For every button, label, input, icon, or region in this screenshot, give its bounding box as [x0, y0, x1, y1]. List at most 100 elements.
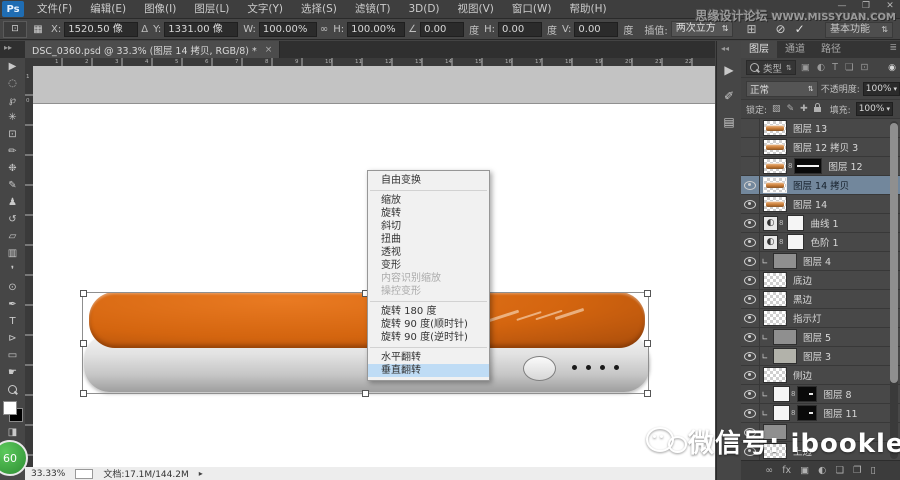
move-tool[interactable]: ▶: [0, 58, 25, 75]
menubar-item[interactable]: 图像(I): [135, 0, 185, 18]
layer-row[interactable]: ◐8曲线 1: [741, 214, 900, 233]
context-menu-item[interactable]: 旋转 90 度(逆时针): [368, 331, 489, 344]
layers-scrollbar-thumb[interactable]: [890, 123, 898, 383]
healing-brush-tool[interactable]: ❉: [0, 160, 25, 177]
layer-thumbnail[interactable]: [763, 272, 787, 288]
filter-type-layers-icon[interactable]: T: [832, 62, 838, 73]
visibility-toggle[interactable]: [741, 214, 760, 232]
context-menu-item[interactable]: 缩放: [368, 194, 489, 207]
transform-handle[interactable]: [80, 390, 87, 397]
brush-tool[interactable]: ✎: [0, 177, 25, 194]
layer-mask-thumbnail[interactable]: [794, 158, 822, 174]
quick-mask-icon[interactable]: ◨: [0, 424, 25, 441]
layer-mask-thumbnail[interactable]: [797, 405, 817, 421]
layer-thumbnail[interactable]: [763, 120, 787, 136]
layer-row[interactable]: ◐8色阶 1: [741, 233, 900, 252]
zoom-tool[interactable]: [0, 381, 25, 398]
blur-tool[interactable]: ❜: [0, 262, 25, 279]
warp-mode-toggle-icon[interactable]: ⊞: [746, 22, 756, 36]
type-tool[interactable]: T: [0, 313, 25, 330]
fill-input[interactable]: 100%▾: [856, 102, 893, 116]
layer-thumbnail[interactable]: [763, 310, 787, 326]
layer-row[interactable]: ∟图层 4: [741, 252, 900, 271]
layer-thumbnail[interactable]: [773, 329, 797, 345]
layer-row[interactable]: ∟8图层 11: [741, 404, 900, 423]
lock-position-icon[interactable]: ✚: [800, 104, 808, 114]
filter-pixel-layers-icon[interactable]: ▣: [801, 62, 810, 73]
layer-row[interactable]: ∟图层 3: [741, 347, 900, 366]
layer-row[interactable]: 8图层 12: [741, 157, 900, 176]
opacity-input[interactable]: 100%▾: [863, 82, 900, 96]
visibility-toggle[interactable]: [741, 404, 760, 422]
new-adjustment-layer-icon[interactable]: ◐: [818, 465, 826, 476]
commit-transform-icon[interactable]: ✓: [795, 22, 805, 36]
menubar-item[interactable]: 滤镜(T): [346, 0, 400, 18]
history-brush-tool[interactable]: ↺: [0, 211, 25, 228]
layer-row[interactable]: 图层 14: [741, 195, 900, 214]
menubar-item[interactable]: 文件(F): [28, 0, 81, 18]
transform-handle[interactable]: [644, 340, 651, 347]
lock-transparency-icon[interactable]: ▨: [772, 104, 781, 114]
layer-row[interactable]: 图层 12 拷贝 3: [741, 138, 900, 157]
lock-all-icon[interactable]: [814, 107, 821, 112]
layer-thumbnail[interactable]: [773, 348, 797, 364]
context-menu-item[interactable]: 变形: [368, 259, 489, 272]
context-menu-item[interactable]: 旋转 180 度: [368, 305, 489, 318]
crop-tool[interactable]: ⊡: [0, 126, 25, 143]
filter-adjustment-layers-icon[interactable]: ◐: [817, 62, 825, 73]
transform-handle[interactable]: [362, 390, 369, 397]
eraser-tool[interactable]: ▱: [0, 228, 25, 245]
status-menu-arrow-icon[interactable]: ▸: [199, 469, 203, 478]
visibility-toggle[interactable]: [741, 290, 760, 308]
visibility-toggle[interactable]: [741, 328, 760, 346]
layer-thumbnail[interactable]: [763, 177, 787, 193]
panel-menu-icon[interactable]: ≣: [889, 43, 897, 53]
context-menu-item[interactable]: 水平翻转: [368, 351, 489, 364]
link-dimensions-icon[interactable]: ∞: [320, 24, 328, 35]
pen-tool[interactable]: ✒: [0, 296, 25, 313]
skew-h-input[interactable]: 0.00: [498, 22, 542, 37]
filter-type-select[interactable]: 类型⇅: [746, 60, 796, 75]
add-mask-icon[interactable]: ▣: [800, 465, 809, 476]
layer-row[interactable]: 图层 14 拷贝: [741, 176, 900, 195]
skew-v-input[interactable]: 0.00: [574, 22, 618, 37]
relative-position-icon[interactable]: Δ: [141, 24, 148, 35]
menubar-item[interactable]: 图层(L): [185, 0, 238, 18]
context-menu-item[interactable]: 透视: [368, 246, 489, 259]
magic-wand-tool[interactable]: ✳: [0, 109, 25, 126]
new-layer-icon[interactable]: ❐: [853, 465, 862, 476]
transform-handle[interactable]: [80, 290, 87, 297]
layer-row[interactable]: 黑边: [741, 290, 900, 309]
visibility-toggle[interactable]: [741, 119, 760, 137]
layer-thumbnail[interactable]: [763, 291, 787, 307]
height-input[interactable]: 100.00%: [347, 22, 405, 37]
lasso-tool[interactable]: ℘: [0, 92, 25, 109]
actions-panel-icon[interactable]: ▶: [717, 63, 741, 77]
transform-handle[interactable]: [644, 390, 651, 397]
gradient-tool[interactable]: ▥: [0, 245, 25, 262]
filter-smart-objects-icon[interactable]: ⊡: [861, 62, 869, 73]
marquee-tool[interactable]: ◌: [0, 75, 25, 92]
layer-mask-thumbnail[interactable]: [797, 386, 817, 402]
dodge-tool[interactable]: ⊙: [0, 279, 25, 296]
context-menu-item[interactable]: 自由变换: [368, 174, 489, 187]
workspace-select[interactable]: 基本功能⇅: [825, 22, 893, 38]
layer-thumbnail[interactable]: [763, 367, 787, 383]
context-menu-item[interactable]: 扭曲: [368, 233, 489, 246]
transform-handle[interactable]: [644, 290, 651, 297]
visibility-toggle[interactable]: [741, 233, 760, 251]
visibility-toggle[interactable]: [741, 176, 760, 194]
shape-tool[interactable]: ▭: [0, 347, 25, 364]
path-selection-tool[interactable]: ⊳: [0, 330, 25, 347]
visibility-toggle[interactable]: [741, 271, 760, 289]
document-tab[interactable]: DSC_0360.psd @ 33.3% (图层 14 拷贝, RGB/8) *…: [25, 41, 280, 58]
reference-point-locator-icon[interactable]: ▦: [30, 24, 46, 35]
visibility-toggle[interactable]: [741, 347, 760, 365]
visibility-toggle[interactable]: [741, 252, 760, 270]
layer-thumbnail[interactable]: [773, 253, 797, 269]
visibility-toggle[interactable]: [741, 195, 760, 213]
layer-thumbnail[interactable]: [773, 405, 790, 421]
context-menu-item[interactable]: 旋转: [368, 207, 489, 220]
brush-presets-panel-icon[interactable]: ✐: [717, 89, 741, 103]
menubar-item[interactable]: 选择(S): [292, 0, 346, 18]
